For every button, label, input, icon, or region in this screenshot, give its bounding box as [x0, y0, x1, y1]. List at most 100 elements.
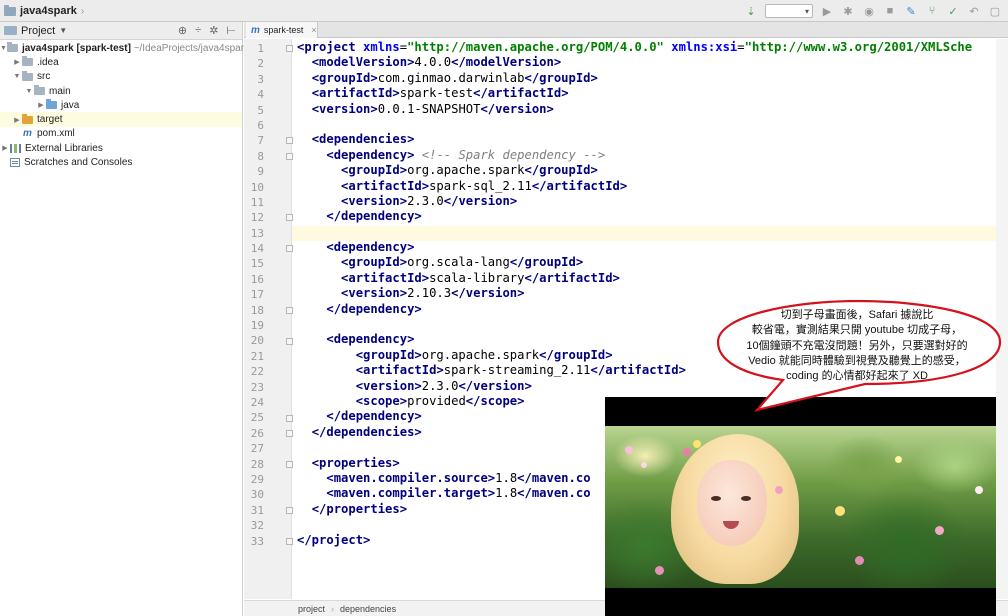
vcs-commit-icon[interactable]: ⑂ — [925, 4, 939, 18]
code-line[interactable]: <artifactId>scala-library</artifactId> — [297, 271, 1008, 286]
flower — [935, 526, 944, 535]
tab-spark-test[interactable]: m spark-test × — [246, 22, 318, 38]
line-number: 17 — [250, 288, 264, 302]
collapsed-arrow-icon[interactable]: ▶ — [12, 116, 22, 124]
line-number: 3 — [257, 72, 264, 86]
tree-item-main[interactable]: ▼ main — [0, 84, 242, 98]
code-line[interactable]: <version>2.3.0</version> — [297, 194, 1008, 209]
tree-item-java[interactable]: ▶ java — [0, 98, 242, 112]
line-number: 21 — [250, 349, 264, 363]
tree-item-pom-xml[interactable]: m pom.xml — [0, 127, 242, 141]
line-number: 25 — [250, 411, 264, 425]
fold-marker-icon[interactable] — [286, 152, 293, 160]
line-numbers: 1 2 3 4 5 6 7 8 9 10 11 12 13 14 15 16 17 18 19 20 21 22 23 24 2… — [244, 41, 264, 549]
chevron-right-icon: › — [331, 603, 335, 614]
fold-marker-icon[interactable] — [286, 507, 293, 514]
fold-marker-icon[interactable] — [286, 245, 293, 253]
chevron-down-icon[interactable]: ▼ — [59, 26, 67, 35]
fold-marker-icon[interactable] — [286, 306, 293, 314]
fold-marker-icon[interactable] — [286, 137, 293, 145]
code-line[interactable]: <dependency> — [297, 240, 1008, 255]
locate-icon[interactable]: ⊕ — [178, 24, 187, 37]
scratches-icon — [10, 158, 20, 168]
hide-icon[interactable]: ⊢ — [226, 24, 236, 37]
revert-icon[interactable]: ↶ — [967, 4, 981, 18]
flower — [625, 446, 633, 454]
code-line[interactable]: <groupId>org.apache.spark</groupId> — [297, 163, 1008, 178]
tab-label: spark-test — [263, 25, 304, 35]
breadcrumb-project-tag[interactable]: project — [298, 604, 325, 614]
fold-marker-icon[interactable] — [286, 214, 293, 222]
line-number: 12 — [250, 211, 264, 225]
tree-item-target[interactable]: ▶ target — [0, 112, 242, 127]
tree-item-src[interactable]: ▼ src — [0, 70, 242, 84]
code-line[interactable]: <dependency> <!-- Spark dependency --> — [297, 148, 1008, 163]
run-configuration-select[interactable]: ▾ — [765, 4, 813, 18]
line-number: 20 — [250, 334, 264, 348]
code-line[interactable] — [297, 225, 1008, 240]
expanded-arrow-icon[interactable]: ▼ — [24, 88, 34, 95]
code-line[interactable]: <version>0.0.1-SNAPSHOT</version> — [297, 102, 1008, 117]
tree-item-java4spark[interactable]: ▼ java4spark [spark-test] ~/IdeaProjects… — [0, 41, 249, 55]
line-number: 6 — [257, 118, 264, 132]
project-view-select[interactable]: Project — [21, 25, 55, 37]
tree-item-external-libraries[interactable]: ▶ External Libraries — [0, 141, 242, 155]
line-number: 22 — [250, 365, 264, 379]
code-line[interactable]: <modelVersion>4.0.0</modelVersion> — [297, 55, 1008, 70]
vcs-update-icon[interactable]: ✎ — [904, 4, 918, 18]
tree-item-idea[interactable]: ▶ .idea — [0, 55, 242, 69]
bubble-line: coding 的心情都好起來了 XD — [786, 370, 928, 383]
breadcrumb[interactable]: java4spark › — [4, 3, 84, 19]
code-line[interactable]: <artifactId>spark-sql_2.11</artifactId> — [297, 179, 1008, 194]
expanded-arrow-icon[interactable]: ▼ — [12, 73, 22, 80]
run-icon[interactable]: ▶ — [820, 4, 834, 18]
expanded-arrow-icon[interactable]: ▼ — [0, 45, 7, 52]
layout-icon[interactable]: ▢ — [988, 4, 1002, 18]
code-line[interactable]: <groupId>com.ginmao.darwinlab</groupId> — [297, 71, 1008, 86]
line-number: 15 — [250, 257, 264, 271]
gear-icon[interactable]: ✲ — [209, 24, 218, 37]
collapsed-arrow-icon[interactable]: ▶ — [0, 144, 10, 152]
code-line[interactable]: <groupId>org.scala-lang</groupId> — [297, 255, 1008, 270]
chevron-right-icon: › — [80, 5, 85, 17]
fold-marker-icon[interactable] — [286, 337, 293, 345]
flower — [975, 486, 983, 494]
collapsed-arrow-icon[interactable]: ▶ — [12, 58, 22, 66]
flower-crown — [683, 448, 691, 456]
close-icon[interactable]: × — [311, 25, 316, 35]
run-toolbar: ⇣ ▾ ▶ ✱ ◉ ■ ✎ ⑂ ✓ ↶ ▢ — [744, 2, 1008, 20]
build-icon[interactable]: ⇣ — [744, 4, 758, 18]
fold-marker-icon[interactable] — [286, 460, 293, 468]
chevron-down-icon: ▾ — [804, 7, 809, 16]
line-number: 1 — [257, 42, 264, 55]
code-line[interactable]: <project xmlns="http://maven.apache.org/… — [297, 40, 1008, 55]
line-number: 24 — [250, 395, 264, 409]
flower — [855, 556, 864, 565]
fold-marker-icon[interactable] — [286, 537, 293, 545]
breadcrumb-dependencies-tag[interactable]: dependencies — [340, 604, 396, 614]
tree-item-scratches[interactable]: Scratches and Consoles — [0, 155, 242, 169]
video-frame — [605, 426, 996, 588]
fold-marker-icon[interactable] — [286, 414, 293, 422]
breadcrumb-project[interactable]: java4spark — [20, 5, 77, 17]
flower — [641, 462, 647, 468]
collapse-icon[interactable]: ÷ — [195, 24, 201, 37]
line-number: 29 — [250, 472, 264, 486]
line-number: 18 — [250, 303, 264, 317]
code-line[interactable]: </dependency> — [297, 209, 1008, 224]
debug-icon[interactable]: ✱ — [841, 4, 855, 18]
code-line[interactable]: <artifactId>spark-test</artifactId> — [297, 86, 1008, 101]
code-line[interactable]: <dependencies> — [297, 132, 1008, 147]
picture-in-picture-video[interactable] — [605, 397, 996, 616]
history-icon[interactable]: ✓ — [946, 4, 960, 18]
fold-marker-icon[interactable] — [286, 45, 293, 52]
project-panel-toolbar: Project ▼ ⊕ ÷ ✲ ⊢ — [0, 22, 242, 40]
tree-item-label: main — [49, 85, 71, 97]
code-line[interactable] — [297, 117, 1008, 132]
stop-icon[interactable]: ■ — [883, 4, 897, 18]
tree-item-label: java4spark — [21, 42, 74, 54]
fold-marker-icon[interactable] — [286, 430, 293, 437]
coverage-icon[interactable]: ◉ — [862, 4, 876, 18]
line-number: 10 — [250, 180, 264, 194]
collapsed-arrow-icon[interactable]: ▶ — [36, 101, 46, 109]
